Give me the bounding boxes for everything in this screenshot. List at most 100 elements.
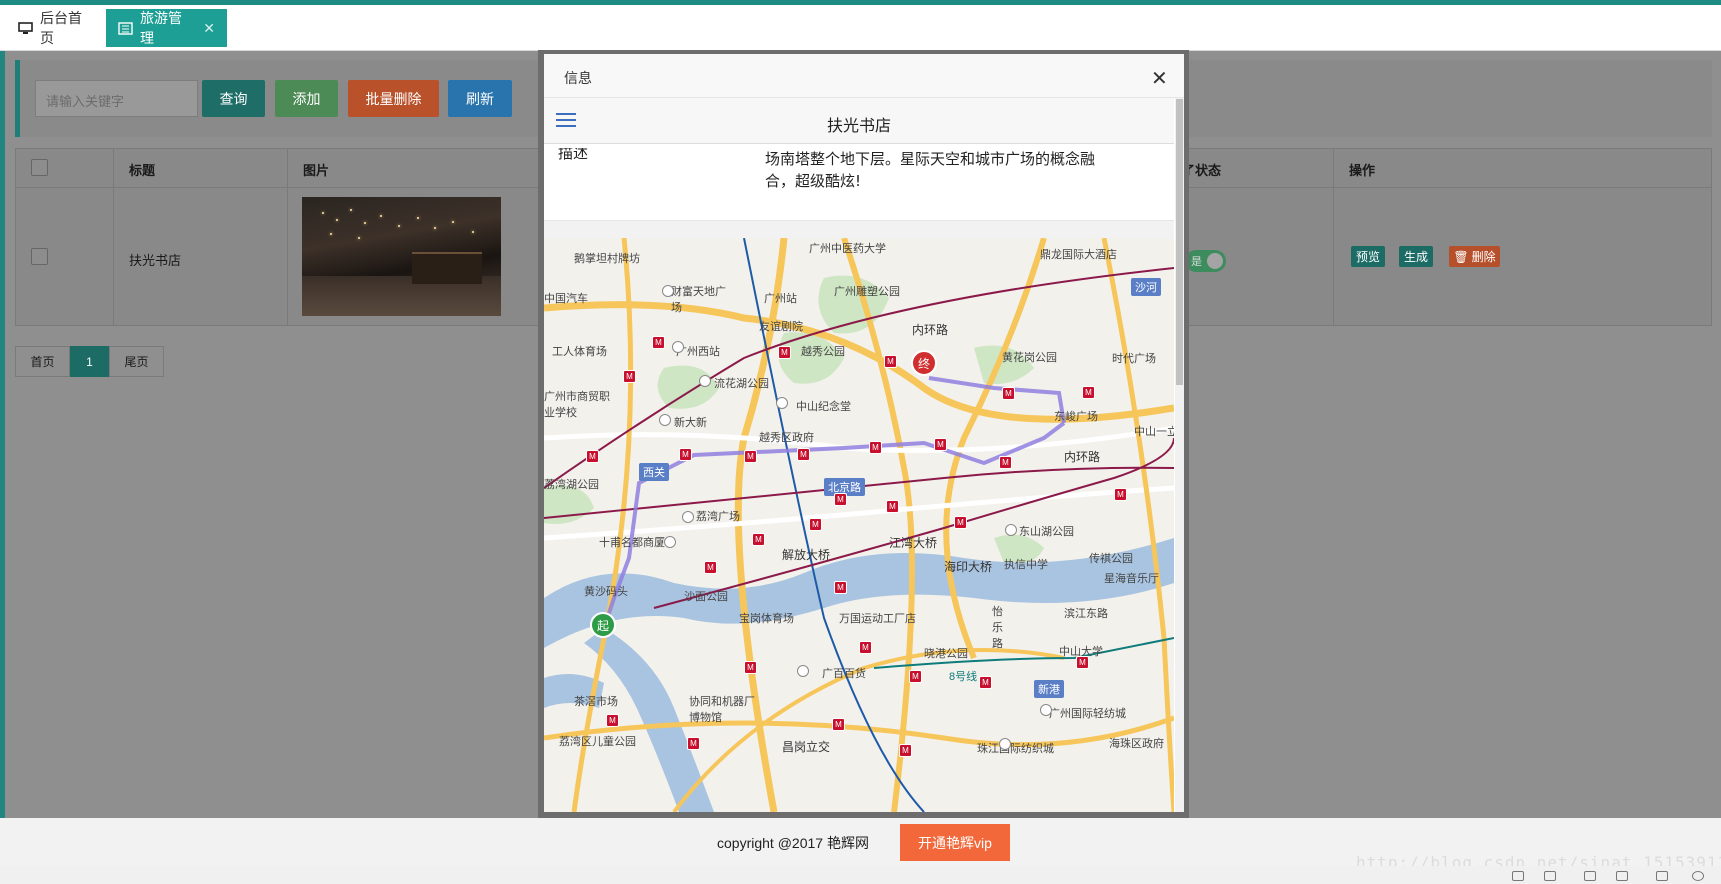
header-image: 图片 [303,163,330,178]
desc-line: 合，超级酷炫! [765,172,862,190]
metro-icon: M [809,518,822,531]
poi-icon [776,397,788,409]
metro-icon: M [899,744,912,757]
metro-icon: M [884,355,897,368]
map-label: 沙面公园 [684,591,728,603]
pager-first[interactable]: 首页 [15,346,70,377]
start-pin[interactable]: 起 [590,612,616,638]
poi-icon [699,375,711,387]
col-divider [113,148,114,326]
poi-icon [682,511,694,523]
metro-icon: M [909,670,922,683]
query-button[interactable]: 查询 [202,80,265,117]
metro-icon: M [979,676,992,689]
row-title: 扶光书店 [129,253,182,268]
tab-close-icon[interactable]: ✕ [203,20,215,37]
modal-title: 信息 [564,70,592,86]
metro-icon: M [1082,386,1095,399]
map-label: 内环路 [1064,450,1101,464]
map-label: 鹅掌坦村牌坊 [574,253,640,265]
metro-icon: M [934,438,947,451]
map-label: 广州站 [764,293,797,305]
metro-icon: M [1002,387,1015,400]
map-label: 中山纪念堂 [796,401,851,413]
map-label: 新大新 [674,417,707,429]
tab-travel[interactable]: 旅游管理 ✕ [106,9,227,47]
toggle-knob [1207,253,1223,269]
map-label: 万国运动工厂店 [839,613,916,625]
map-label: 广州市商贸职业学校 [544,391,610,419]
map-label: 协同和机器厂博物馆 [689,696,755,724]
inner-header: 扶光书店 [544,98,1174,144]
network-icon[interactable] [1544,871,1556,881]
map-label: 工人体育场 [552,346,607,358]
inner-title: 扶光书店 [826,116,891,135]
map-label: 昌岗立交 [782,740,831,754]
status-toggle-label: 是 [1191,256,1202,268]
status-toggle[interactable]: 是 [1185,250,1226,272]
col-divider [1333,148,1334,326]
map-label: 滨江东路 [1064,608,1108,620]
header-actions: 操作 [1349,163,1376,178]
batch-delete-button[interactable]: 批量删除 [348,80,439,117]
tab-home[interactable]: 后台首页 [6,9,101,47]
map-label: 星海音乐厅 [1104,573,1159,585]
pager-last[interactable]: 尾页 [109,346,164,377]
map-label: 广州雕塑公园 [834,286,900,298]
search-icon[interactable] [1692,871,1704,881]
metro-icon: M [652,336,665,349]
preview-button[interactable]: 预览 [1351,246,1385,267]
row-checkbox[interactable] [31,248,48,265]
metro-icon: M [797,448,810,461]
pin-icon[interactable] [1512,871,1524,881]
map-label: 海珠区政府 [1109,738,1164,750]
poi-icon [662,285,674,297]
map-label: 荔湾区儿童公园 [559,736,636,748]
add-button[interactable]: 添加 [275,80,338,117]
end-pin[interactable]: 终 [911,350,937,376]
metro-icon: M [679,448,692,461]
home-icon[interactable] [1584,871,1596,881]
map-label: 江湾大桥 [889,536,938,550]
refresh-button[interactable]: 刷新 [448,80,512,117]
search-input[interactable]: 请输入关键字 [35,80,198,117]
poi-icon [672,341,684,353]
map-label: 宝岗体育场 [739,613,794,625]
map-label: 黄花岗公园 [1002,352,1057,364]
map-label: 珠江国际纺织城 [977,743,1054,755]
map-label: 中山一立 [1134,426,1174,438]
metro-icon: M [687,737,700,750]
map-label: 沙河 [1131,278,1161,296]
map-label: 广百百货 [822,668,866,680]
close-icon[interactable]: ✕ [1151,66,1168,91]
metro-icon: M [623,370,636,383]
tab-home-label: 后台首页 [40,10,82,46]
pager-current[interactable]: 1 [70,346,109,377]
map-label: 鼎龙国际大酒店 [1040,249,1117,261]
route-map[interactable]: 广州中医药大学 鹅掌坦村牌坊 广州雕塑公园 鼎龙国际大酒店 沙河 财富天地广场 … [544,238,1174,812]
map-label: 晓港公园 [924,648,968,660]
map-label: 东峻广场 [1054,411,1098,423]
modal-scrollbar-thumb[interactable] [1176,99,1183,385]
map-label: 广州中医药大学 [809,243,886,255]
col-divider [287,148,288,326]
status-bar [0,866,1721,884]
map-label: 中国汽车 [544,293,588,305]
window-icon[interactable] [1656,871,1668,881]
metro-icon: M [859,641,872,654]
map-label: 荔湾广场 [696,511,740,523]
vip-button[interactable]: 开通艳辉vip [900,824,1010,861]
delete-button-label: 删除 [1471,250,1496,264]
metro-icon: M [1114,488,1127,501]
tab-travel-label: 旅游管理 [140,10,182,46]
metro-icon: M [869,441,882,454]
map-label: 西关 [639,463,669,481]
poi-icon [1005,524,1017,536]
map-label: 十甫名都商厦 [599,537,665,549]
generate-button[interactable]: 生成 [1399,246,1433,267]
delete-button[interactable]: 🗑 删除 [1449,246,1500,267]
select-all-checkbox[interactable] [31,159,48,176]
copyright-text: copyright @2017 艳辉网 [717,835,869,851]
map-label: 新港 [1034,680,1064,698]
volume-icon[interactable] [1616,871,1628,881]
